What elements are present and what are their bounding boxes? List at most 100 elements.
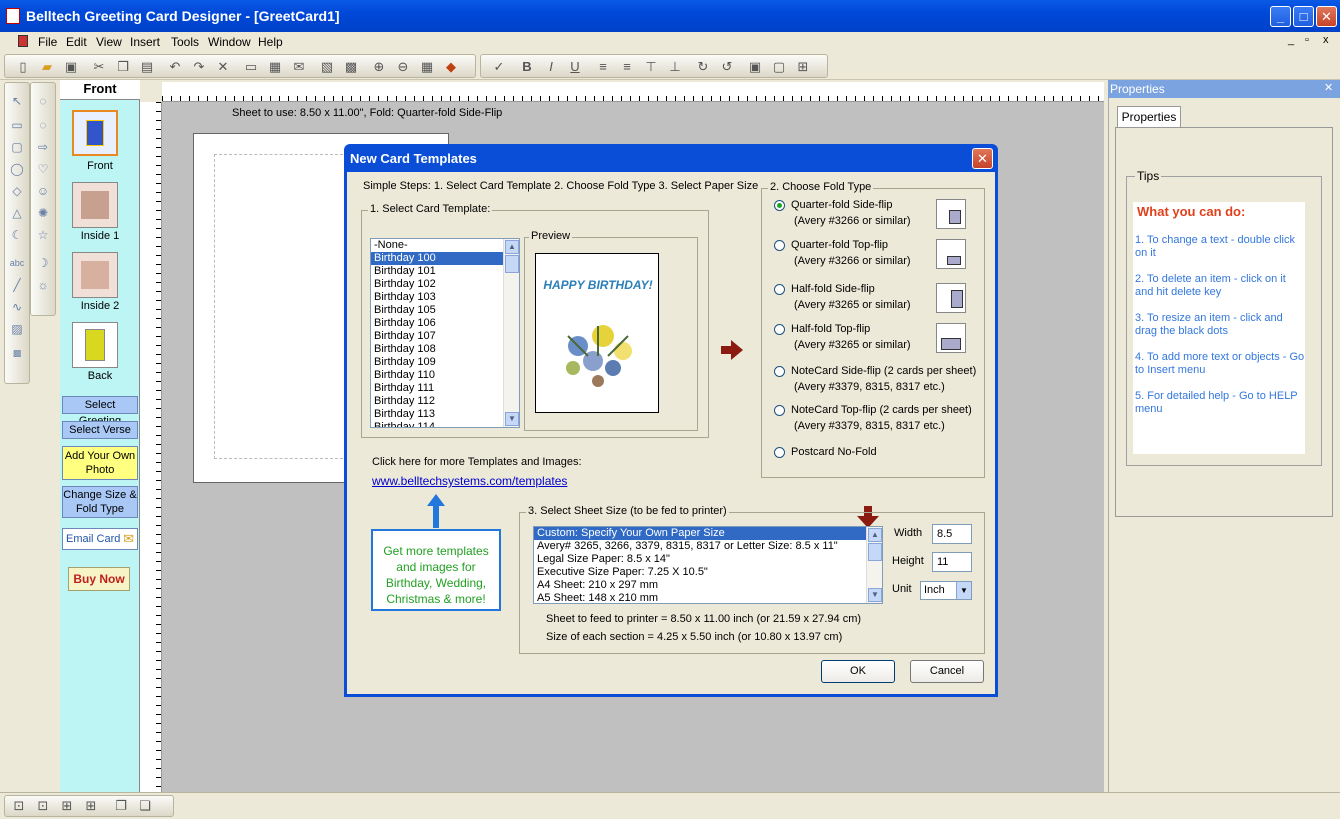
align-top-icon[interactable]: ⊤ bbox=[643, 59, 659, 75]
spellcheck-icon[interactable]: ✓ bbox=[491, 59, 507, 75]
page-thumb-inside2[interactable] bbox=[72, 252, 118, 298]
chevron-down-icon[interactable]: ▼ bbox=[956, 582, 971, 599]
paper-scroll-thumb[interactable] bbox=[868, 543, 882, 561]
pointer-icon[interactable]: ↖ bbox=[9, 93, 25, 109]
fold-radio[interactable] bbox=[774, 199, 785, 211]
unit-select[interactable]: Inch ▼ bbox=[920, 581, 972, 600]
paper-scroll-down-icon[interactable]: ▼ bbox=[868, 588, 882, 602]
template-list-item[interactable]: Birthday 109 bbox=[371, 356, 519, 369]
fold-radio[interactable] bbox=[774, 283, 785, 295]
text-tool-icon[interactable]: abc bbox=[9, 255, 25, 271]
bring-front-icon[interactable]: ▣ bbox=[747, 59, 763, 75]
template-list-item[interactable]: Birthday 101 bbox=[371, 265, 519, 278]
template-list-item[interactable]: Birthday 112 bbox=[371, 395, 519, 408]
menu-tools[interactable]: Tools bbox=[171, 35, 199, 49]
template-list-item[interactable]: Birthday 110 bbox=[371, 369, 519, 382]
rounded-rect-icon[interactable]: ▢ bbox=[9, 139, 25, 155]
page-thumb-inside1[interactable] bbox=[72, 182, 118, 228]
more-templates-link[interactable]: www.belltechsystems.com/templates bbox=[372, 474, 567, 488]
height-input[interactable]: 11 bbox=[932, 552, 972, 572]
paper-list-item[interactable]: A4 Sheet: 210 x 297 mm bbox=[534, 579, 882, 592]
buy-now-button[interactable]: Buy Now bbox=[68, 567, 130, 591]
tab-properties[interactable]: Properties bbox=[1117, 106, 1181, 128]
maximize-button[interactable]: □ bbox=[1293, 6, 1314, 27]
unlock-icon[interactable]: ⊡ bbox=[35, 798, 51, 814]
dialog-close-button[interactable]: ✕ bbox=[972, 148, 993, 169]
template-list-item[interactable]: Birthday 105 bbox=[371, 304, 519, 317]
moon-icon[interactable]: ☽ bbox=[35, 255, 51, 271]
unlock-all-icon[interactable]: ⊞ bbox=[83, 798, 99, 814]
paper-list-item[interactable]: A5 Sheet: 148 x 210 mm bbox=[534, 592, 882, 603]
curve-icon[interactable]: ∿ bbox=[9, 299, 25, 315]
align-right-icon[interactable]: ≡ bbox=[619, 59, 635, 75]
width-input[interactable]: 8.5 bbox=[932, 524, 972, 544]
fold-radio[interactable] bbox=[774, 446, 785, 458]
rotate-right-icon[interactable]: ↻ bbox=[695, 59, 711, 75]
smiley-icon[interactable]: ☺ bbox=[35, 183, 51, 199]
ok-button[interactable]: OK bbox=[821, 660, 895, 683]
line-icon[interactable]: ╱ bbox=[9, 277, 25, 293]
template-list-item[interactable]: Birthday 111 bbox=[371, 382, 519, 395]
template-list-item[interactable]: Birthday 113 bbox=[371, 408, 519, 421]
rectangle-icon[interactable]: ▭ bbox=[9, 117, 25, 133]
fold-option[interactable]: Postcard No-Fold bbox=[774, 446, 877, 458]
clipart-icon[interactable]: ▩ bbox=[9, 345, 25, 361]
callout-icon[interactable]: ◌ bbox=[35, 117, 51, 133]
triangle-icon[interactable]: △ bbox=[9, 205, 25, 221]
scroll-down-icon[interactable]: ▼ bbox=[505, 412, 519, 426]
menu-help[interactable]: Help bbox=[258, 35, 283, 49]
send-back-icon[interactable]: ▢ bbox=[771, 59, 787, 75]
fold-radio[interactable] bbox=[774, 239, 785, 251]
bold-icon[interactable]: B bbox=[519, 59, 535, 75]
undo-icon[interactable]: ↶ bbox=[167, 59, 183, 75]
paper-list-item[interactable]: Legal Size Paper: 8.5 x 14" bbox=[534, 553, 882, 566]
diamond-icon[interactable]: ◇ bbox=[9, 183, 25, 199]
template-list-item[interactable]: Birthday 108 bbox=[371, 343, 519, 356]
menu-file[interactable]: File bbox=[38, 35, 57, 49]
paper-scrollbar[interactable]: ▲ ▼ bbox=[866, 527, 882, 603]
heart-icon[interactable]: ♡ bbox=[35, 161, 51, 177]
minimize-button[interactable]: _ bbox=[1270, 6, 1291, 27]
ellipse-icon[interactable]: ◯ bbox=[9, 161, 25, 177]
help-book-icon[interactable]: ◆ bbox=[443, 59, 459, 75]
page-thumb-front[interactable] bbox=[72, 110, 118, 156]
template-list-item[interactable]: Birthday 102 bbox=[371, 278, 519, 291]
template-list[interactable]: -None- Birthday 100 Birthday 101 Birthday 1… bbox=[370, 238, 520, 428]
speech-bubble-icon[interactable]: ◌ bbox=[35, 93, 51, 109]
fold-option[interactable]: NoteCard Side-flip (2 cards per sheet) bbox=[774, 365, 976, 377]
print-preview-icon[interactable]: ▭ bbox=[243, 59, 259, 75]
redo-icon[interactable]: ↷ bbox=[191, 59, 207, 75]
scroll-thumb[interactable] bbox=[505, 255, 519, 273]
sun-icon[interactable]: ☼ bbox=[35, 277, 51, 293]
fold-option[interactable]: NoteCard Top-flip (2 cards per sheet) bbox=[774, 404, 972, 416]
select-verse-button[interactable]: Select Verse bbox=[62, 421, 138, 439]
template-list-item[interactable]: Birthday 114 bbox=[371, 421, 519, 427]
page-setup-icon[interactable]: ▧ bbox=[319, 59, 335, 75]
paper-list-item[interactable]: Avery# 3265, 3266, 3379, 8315, 8317 or L… bbox=[534, 540, 882, 553]
italic-icon[interactable]: I bbox=[543, 59, 559, 75]
select-greeting-button[interactable]: Select Greeting bbox=[62, 396, 138, 427]
background-icon[interactable]: ▩ bbox=[343, 59, 359, 75]
fold-radio[interactable] bbox=[774, 365, 785, 377]
grid-icon[interactable]: ▦ bbox=[419, 59, 435, 75]
menu-insert[interactable]: Insert bbox=[130, 35, 160, 49]
lock-all-icon[interactable]: ⊞ bbox=[59, 798, 75, 814]
image-icon[interactable]: ▨ bbox=[9, 321, 25, 337]
paper-scroll-up-icon[interactable]: ▲ bbox=[868, 528, 882, 542]
menu-edit[interactable]: Edit bbox=[66, 35, 87, 49]
burst-icon[interactable]: ✺ bbox=[35, 205, 51, 221]
paper-size-list[interactable]: Custom: Specify Your Own Paper Size Avery… bbox=[533, 526, 883, 604]
copy-icon[interactable]: ❐ bbox=[115, 59, 131, 75]
template-list-item[interactable]: Birthday 106 bbox=[371, 317, 519, 330]
template-scrollbar[interactable]: ▲ ▼ bbox=[503, 239, 519, 427]
group-icon[interactable]: ⊞ bbox=[795, 59, 811, 75]
menu-view[interactable]: View bbox=[96, 35, 122, 49]
fold-radio[interactable] bbox=[774, 323, 785, 335]
template-list-item[interactable]: -None- bbox=[371, 239, 519, 252]
cancel-button[interactable]: Cancel bbox=[910, 660, 984, 683]
arrow-shape-icon[interactable]: ⇨ bbox=[35, 139, 51, 155]
paste-icon[interactable]: ▤ bbox=[139, 59, 155, 75]
close-button[interactable]: ✕ bbox=[1316, 6, 1337, 27]
email-icon[interactable]: ✉ bbox=[291, 59, 307, 75]
star-icon[interactable]: ☆ bbox=[35, 227, 51, 243]
